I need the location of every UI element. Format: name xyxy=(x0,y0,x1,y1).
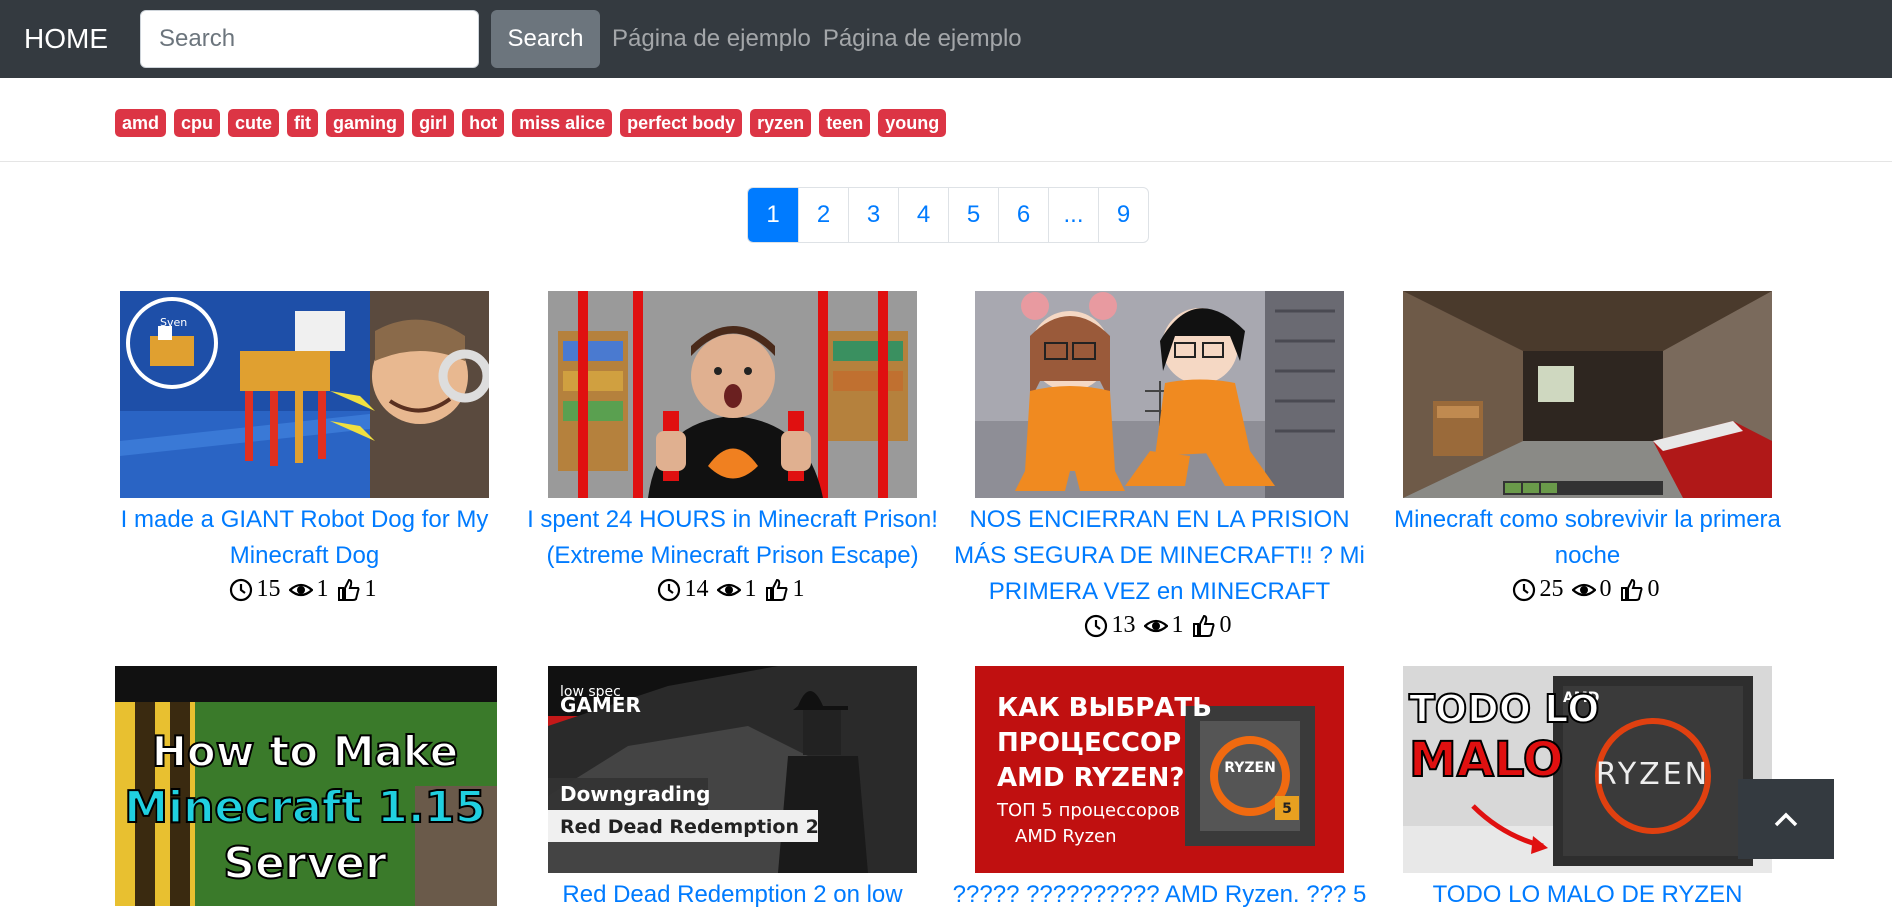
tag-badge[interactable]: gaming xyxy=(326,109,405,137)
page-2[interactable]: 2 xyxy=(798,188,848,242)
thumb-label: Sven xyxy=(160,316,187,329)
tag-list: amd cpu cute fit gaming girl hot miss al… xyxy=(115,109,947,137)
thumbs-up-icon xyxy=(1620,578,1642,601)
eye-icon xyxy=(288,583,313,596)
clock-icon xyxy=(1512,578,1535,601)
video-stats: 25 0 0 xyxy=(1374,576,1801,603)
video-title-link[interactable]: NOS ENCIERRAN EN LA PRISION MÁS SEGURA D… xyxy=(946,502,1373,610)
clock-icon xyxy=(1084,614,1107,637)
tag-badge[interactable]: perfect body xyxy=(620,109,743,137)
video-stats: 13 1 0 xyxy=(946,612,1373,639)
thumb-text: Red Dead Redemption 2 xyxy=(560,816,819,838)
page-9[interactable]: 9 xyxy=(1098,188,1148,242)
pagination: 1 2 3 4 5 6 ... 9 xyxy=(747,187,1149,243)
page-ellipsis[interactable]: ... xyxy=(1048,188,1098,242)
thumb-text: Downgrading xyxy=(560,782,710,806)
video-card: AMD RYZEN TODO LO MALO TODO LO MALO DE R… xyxy=(1374,666,1801,913)
thumb-text: How to Make xyxy=(152,727,458,776)
video-thumbnail[interactable]: How to Make Minecraft 1.15 Server xyxy=(115,666,497,906)
video-title-link[interactable]: I spent 24 HOURS in Minecraft Prison! (E… xyxy=(519,502,946,574)
page-5[interactable]: 5 xyxy=(948,188,998,242)
page-1[interactable]: 1 xyxy=(748,188,798,242)
video-card: Minecraft como sobrevivir la primera noc… xyxy=(1374,291,1801,603)
likes-value: 1 xyxy=(792,576,805,602)
video-thumbnail[interactable] xyxy=(975,291,1344,498)
page-3[interactable]: 3 xyxy=(848,188,898,242)
thumb-text: RYZEN xyxy=(1224,760,1276,776)
thumb-text: Server xyxy=(223,838,387,889)
eye-icon xyxy=(1143,619,1168,632)
thumb-text: RYZEN xyxy=(1596,757,1710,792)
tag-badge[interactable]: ryzen xyxy=(750,109,812,137)
tag-badge[interactable]: teen xyxy=(819,109,871,137)
thumb-text: GAMER xyxy=(560,693,641,717)
video-thumbnail[interactable] xyxy=(1403,291,1772,498)
eye-icon xyxy=(716,583,741,596)
video-stats: 15 1 1 xyxy=(91,576,518,603)
video-card: NOS ENCIERRAN EN LA PRISION MÁS SEGURA D… xyxy=(946,291,1373,639)
page-4[interactable]: 4 xyxy=(898,188,948,242)
video-thumbnail[interactable]: RYZEN 5 КАК ВЫБРАТЬ ПРОЦЕССОР AMD RYZEN?… xyxy=(975,666,1344,873)
likes-value: 0 xyxy=(1647,576,1660,602)
video-stats: 14 1 1 xyxy=(519,576,946,603)
page-6[interactable]: 6 xyxy=(998,188,1048,242)
clock-icon xyxy=(657,578,680,601)
views-value: 1 xyxy=(316,576,329,602)
eye-icon xyxy=(1571,583,1596,596)
video-card: How to Make Minecraft 1.15 Server xyxy=(91,666,518,910)
video-thumbnail[interactable]: low spec GAMER Downgrading Red Dead Rede… xyxy=(548,666,917,873)
video-card: low spec GAMER Downgrading Red Dead Rede… xyxy=(519,666,946,913)
tag-badge[interactable]: amd xyxy=(115,109,167,137)
thumbs-up-icon xyxy=(1192,614,1214,637)
duration-value: 13 xyxy=(1111,612,1136,638)
tag-badge[interactable]: girl xyxy=(412,109,455,137)
views-value: 1 xyxy=(1171,612,1184,638)
thumbs-up-icon xyxy=(765,578,787,601)
video-thumbnail[interactable] xyxy=(548,291,917,498)
video-card: Sven I made a GIANT Robot Dog for My Min… xyxy=(91,291,518,603)
likes-value: 1 xyxy=(364,576,377,602)
tag-badge[interactable]: miss alice xyxy=(512,109,613,137)
tag-badge[interactable]: cpu xyxy=(174,109,221,137)
tag-bar: amd cpu cute fit gaming girl hot miss al… xyxy=(0,78,1892,162)
thumb-text: AMD RYZEN? xyxy=(997,763,1185,793)
thumb-text: 5 xyxy=(1282,801,1292,817)
video-title-link[interactable]: Minecraft como sobrevivir la primera noc… xyxy=(1374,502,1801,574)
duration-value: 14 xyxy=(684,576,709,602)
thumb-text: TODO LO xyxy=(1409,687,1599,731)
clock-icon xyxy=(229,578,252,601)
video-card: RYZEN 5 КАК ВЫБРАТЬ ПРОЦЕССОР AMD RYZEN?… xyxy=(946,666,1373,913)
home-link[interactable]: HOME xyxy=(24,23,108,55)
thumb-text: Minecraft 1.15 xyxy=(124,782,486,833)
video-thumbnail[interactable]: AMD RYZEN TODO LO MALO xyxy=(1403,666,1772,873)
navbar: HOME Search Página de ejemplo Página de … xyxy=(0,0,1892,78)
thumbs-up-icon xyxy=(337,578,359,601)
nav-link-example-1[interactable]: Página de ejemplo xyxy=(612,25,811,53)
views-value: 1 xyxy=(744,576,757,602)
chevron-up-icon xyxy=(1774,812,1798,827)
tag-badge[interactable]: hot xyxy=(462,109,505,137)
tag-badge[interactable]: cute xyxy=(228,109,280,137)
video-title-link[interactable]: ????? ?????????? AMD Ryzen. ??? 5 xyxy=(946,877,1373,913)
video-card: I spent 24 HOURS in Minecraft Prison! (E… xyxy=(519,291,946,603)
search-button[interactable]: Search xyxy=(491,10,600,68)
views-value: 0 xyxy=(1599,576,1612,602)
search-input[interactable] xyxy=(140,10,479,68)
duration-value: 25 xyxy=(1539,576,1564,602)
tag-badge[interactable]: fit xyxy=(287,109,319,137)
thumb-text: ПРОЦЕССОР xyxy=(997,728,1181,758)
video-title-link[interactable]: TODO LO MALO DE RYZEN xyxy=(1374,877,1801,913)
thumb-text: ТОП 5 процессоров xyxy=(996,800,1180,821)
duration-value: 15 xyxy=(256,576,281,602)
tag-badge[interactable]: young xyxy=(878,109,947,137)
video-title-link[interactable]: Red Dead Redemption 2 on low xyxy=(519,877,946,913)
thumb-text: КАК ВЫБРАТЬ xyxy=(997,693,1212,723)
nav-link-example-2[interactable]: Página de ejemplo xyxy=(823,25,1022,53)
scroll-to-top-button[interactable] xyxy=(1738,779,1834,859)
video-thumbnail[interactable]: Sven xyxy=(120,291,489,498)
thumb-text: MALO xyxy=(1409,732,1564,788)
video-title-link[interactable]: I made a GIANT Robot Dog for My Minecraf… xyxy=(91,502,518,574)
thumb-text: AMD Ryzen xyxy=(1015,826,1117,847)
likes-value: 0 xyxy=(1219,612,1232,638)
